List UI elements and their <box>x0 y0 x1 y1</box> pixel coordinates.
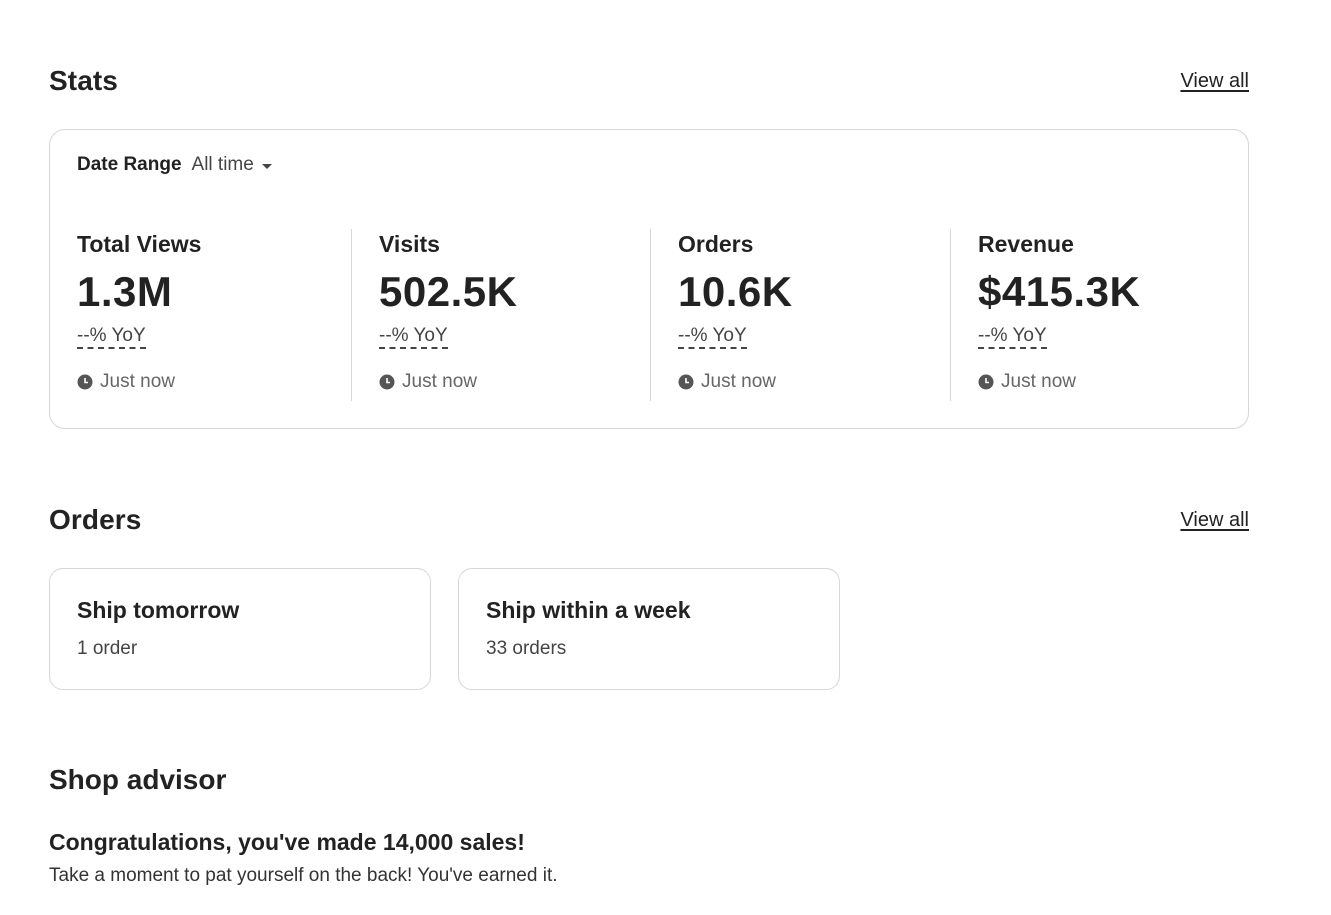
dashboard-page: Stats View all Date Range All time Total… <box>0 0 1331 915</box>
date-range-dropdown[interactable]: All time <box>192 154 272 176</box>
metric-updated: Just now <box>379 371 517 393</box>
order-card-ship-tomorrow[interactable]: Ship tomorrow 1 order <box>49 568 431 690</box>
stats-view-all-link[interactable]: View all <box>1180 70 1249 93</box>
metric-orders: Orders 10.6K --% YoY Just now <box>650 229 950 401</box>
stats-title: Stats <box>49 65 118 96</box>
metric-updated-text: Just now <box>402 371 477 392</box>
metric-label: Visits <box>379 231 440 257</box>
stats-card: Date Range All time Total Views 1.3M --%… <box>49 129 1249 429</box>
clock-icon <box>379 374 395 390</box>
date-range-label: Date Range <box>77 154 182 175</box>
metric-total-views: Total Views 1.3M --% YoY Just now <box>50 229 351 401</box>
metric-value: 1.3M <box>77 268 173 315</box>
metrics-row: Total Views 1.3M --% YoY Just now Visits… <box>50 229 1250 401</box>
shop-advisor-title: Shop advisor <box>49 764 227 795</box>
caret-down-icon <box>261 163 272 169</box>
clock-icon <box>77 374 93 390</box>
orders-view-all-link[interactable]: View all <box>1180 509 1249 532</box>
metric-updated: Just now <box>77 371 201 393</box>
order-card-title: Ship within a week <box>486 597 691 623</box>
metric-updated-text: Just now <box>701 371 776 392</box>
metric-updated: Just now <box>678 371 793 393</box>
date-range-value: All time <box>191 154 254 175</box>
advisor-headline: Congratulations, you've made 14,000 sale… <box>49 829 525 855</box>
order-card-count: 1 order <box>77 638 138 659</box>
metric-label: Orders <box>678 231 754 257</box>
metric-revenue: Revenue $415.3K --% YoY Just now <box>950 229 1250 401</box>
clock-icon <box>678 374 694 390</box>
metric-updated: Just now <box>978 371 1140 393</box>
metric-label: Revenue <box>978 231 1074 257</box>
metric-value: 10.6K <box>678 268 793 315</box>
metric-updated-text: Just now <box>100 371 175 392</box>
order-card-ship-within-week[interactable]: Ship within a week 33 orders <box>458 568 840 690</box>
metric-value: $415.3K <box>978 268 1141 315</box>
metric-yoy-tooltip[interactable]: --% YoY <box>978 325 1047 349</box>
orders-title: Orders <box>49 504 142 535</box>
metric-value: 502.5K <box>379 268 518 315</box>
metric-yoy-tooltip[interactable]: --% YoY <box>379 325 448 349</box>
metric-yoy-tooltip[interactable]: --% YoY <box>77 325 146 349</box>
advisor-body: Take a moment to pat yourself on the bac… <box>49 865 558 886</box>
date-range: Date Range All time <box>77 154 272 176</box>
metric-visits: Visits 502.5K --% YoY Just now <box>351 229 650 401</box>
clock-icon <box>978 374 994 390</box>
metric-yoy-tooltip[interactable]: --% YoY <box>678 325 747 349</box>
metric-updated-text: Just now <box>1001 371 1076 392</box>
order-card-count: 33 orders <box>486 638 567 659</box>
metric-label: Total Views <box>77 231 202 257</box>
order-card-title: Ship tomorrow <box>77 597 240 623</box>
stats-header: Stats View all <box>49 62 1249 100</box>
orders-header: Orders View all <box>49 500 1249 540</box>
